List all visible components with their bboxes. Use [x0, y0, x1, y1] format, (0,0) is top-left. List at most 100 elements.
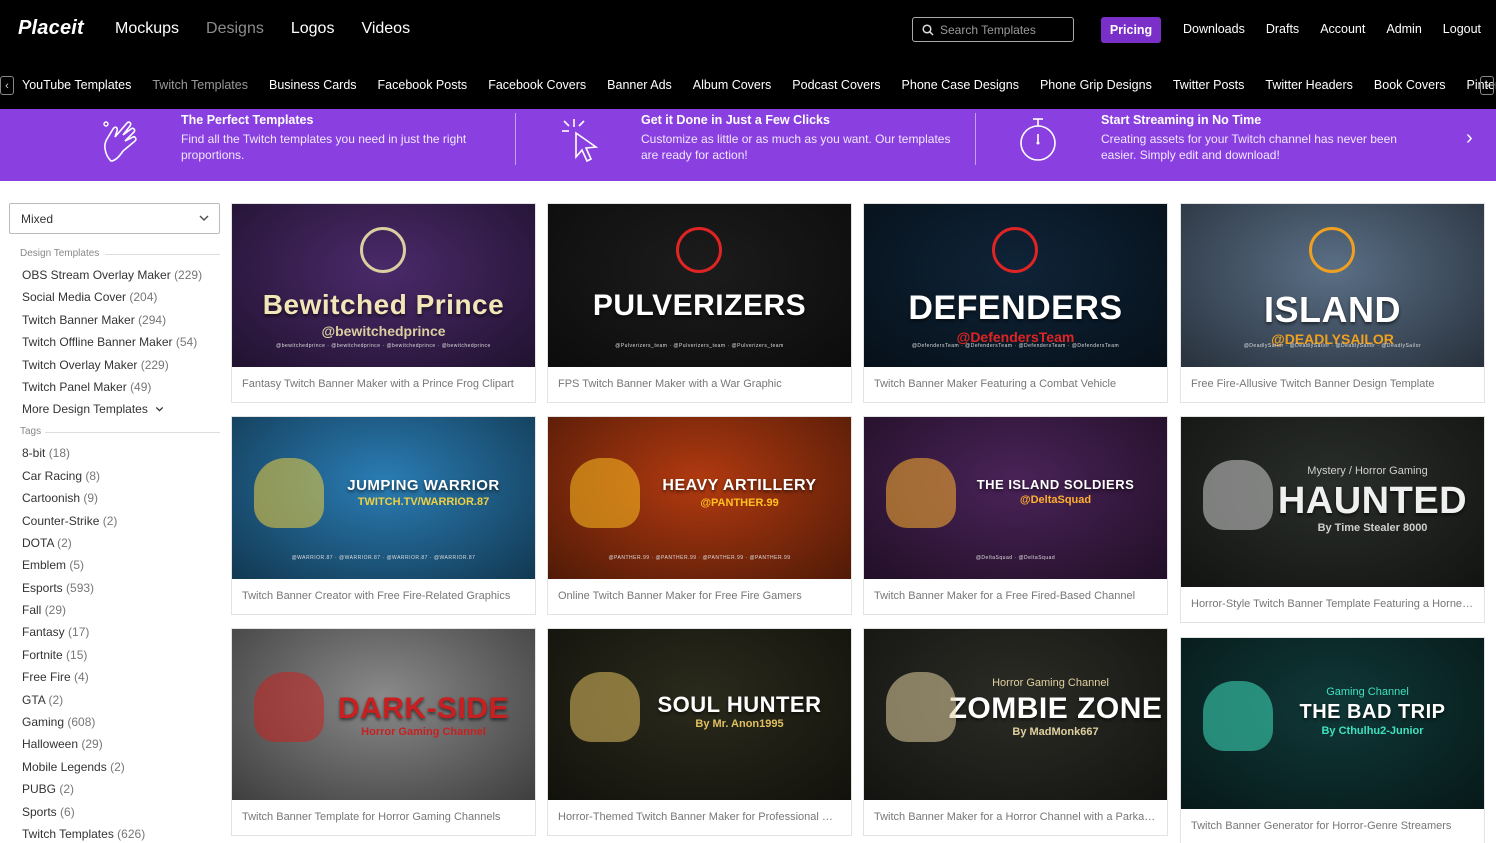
category-podcast-covers[interactable]: Podcast Covers — [792, 78, 880, 92]
template-card[interactable]: Horror Gaming Channel ZOMBIE ZONE By MadMo… — [863, 628, 1168, 836]
category-phone-case-designs[interactable]: Phone Case Designs — [902, 78, 1019, 92]
tag-twitch-templates[interactable]: Twitch Templates (626) — [9, 823, 220, 843]
template-card[interactable]: SOUL HUNTER By Mr. Anon1995 Horror-Themed … — [547, 628, 852, 836]
chevron-down-icon — [156, 407, 164, 412]
template-caption[interactable]: Horror-Themed Twitch Banner Maker for Pr… — [548, 800, 851, 835]
template-thumbnail[interactable]: THE ISLAND SOLDIERS @DeltaSquad @DeltaSqua… — [864, 417, 1167, 579]
template-thumbnail[interactable]: Horror Gaming Channel ZOMBIE ZONE By MadMo… — [864, 629, 1167, 800]
search-box[interactable] — [912, 17, 1074, 42]
tag-count: (6) — [60, 804, 75, 819]
template-caption[interactable]: Twitch Banner Maker for a Free Fired-Bas… — [864, 579, 1167, 614]
tag-emblem[interactable]: Emblem (5) — [9, 554, 220, 576]
template-card[interactable]: DEFENDERS @DefendersTeam @DefendersTeam · … — [863, 203, 1168, 403]
template-card[interactable]: Bewitched Prince @bewitchedprince @bewitch… — [231, 203, 536, 403]
template-thumbnail[interactable]: DARK-SIDE Horror Gaming Channel — [232, 629, 535, 800]
tag-gta[interactable]: GTA (2) — [9, 689, 220, 711]
template-card[interactable]: JUMPING WARRIOR TWITCH.TV/WARRIOR.87 @WARR… — [231, 416, 536, 615]
category-twitter-posts[interactable]: Twitter Posts — [1173, 78, 1245, 92]
design-template-label: OBS Stream Overlay Maker — [22, 268, 171, 282]
tag-dota[interactable]: DOTA (2) — [9, 532, 220, 554]
category-banner-ads[interactable]: Banner Ads — [607, 78, 672, 92]
category-youtube-templates[interactable]: YouTube Templates — [22, 78, 131, 92]
promo-next-button[interactable]: › — [1466, 127, 1473, 150]
template-card[interactable]: DARK-SIDE Horror Gaming Channel Twitch Ban… — [231, 628, 536, 836]
nav-videos[interactable]: Videos — [361, 20, 410, 38]
thumbnail-social-handles: @DeadlySailor · @DeadlySailor · @DeadlyS… — [1243, 343, 1422, 349]
category-facebook-posts[interactable]: Facebook Posts — [378, 78, 468, 92]
template-thumbnail[interactable]: ISLAND @DEADLYSAILOR @DeadlySailor · @Dead… — [1181, 204, 1484, 367]
category-business-cards[interactable]: Business Cards — [269, 78, 357, 92]
template-caption[interactable]: Twitch Banner Maker for a Horror Channel… — [864, 800, 1167, 835]
nav-downloads[interactable]: Downloads — [1183, 22, 1245, 36]
chevron-left-icon: ‹ — [5, 79, 9, 92]
category-album-covers[interactable]: Album Covers — [693, 78, 772, 92]
nav-designs[interactable]: Designs — [206, 20, 264, 38]
template-thumbnail[interactable]: PULVERIZERS @Pulverizers_team · @Pulveriz… — [548, 204, 851, 367]
design-template-social-media-cover[interactable]: Social Media Cover (204) — [9, 286, 220, 308]
category-phone-grip-designs[interactable]: Phone Grip Designs — [1040, 78, 1152, 92]
template-card[interactable]: HEAVY ARTILLERY @PANTHER.99 @PANTHER.99 · … — [547, 416, 852, 615]
category-twitch-templates[interactable]: Twitch Templates — [152, 78, 248, 92]
template-caption[interactable]: Twitch Banner Maker Featuring a Combat V… — [864, 367, 1167, 402]
thumbnail-emblem-icon — [886, 671, 956, 742]
tag-sports[interactable]: Sports (6) — [9, 801, 220, 823]
tag-halloween[interactable]: Halloween (29) — [9, 733, 220, 755]
template-caption[interactable]: Fantasy Twitch Banner Maker with a Princ… — [232, 367, 535, 402]
nav-admin[interactable]: Admin — [1386, 22, 1421, 36]
tag-fall[interactable]: Fall (29) — [9, 599, 220, 621]
template-caption[interactable]: FPS Twitch Banner Maker with a War Graph… — [548, 367, 851, 402]
tag-mobile-legends[interactable]: Mobile Legends (2) — [9, 756, 220, 778]
template-thumbnail[interactable]: Bewitched Prince @bewitchedprince @bewitch… — [232, 204, 535, 367]
nav-mockups[interactable]: Mockups — [115, 20, 179, 38]
search-input[interactable] — [940, 21, 1070, 39]
nav-logout[interactable]: Logout — [1443, 22, 1481, 36]
design-template-twitch-offline-banner-maker[interactable]: Twitch Offline Banner Maker (54) — [9, 331, 220, 353]
template-thumbnail[interactable]: DEFENDERS @DefendersTeam @DefendersTeam · … — [864, 204, 1167, 367]
category-prev-button[interactable]: ‹ — [0, 76, 14, 95]
template-thumbnail[interactable]: Mystery / Horror Gaming HAUNTED By Time St… — [1181, 417, 1484, 587]
tag-label: Gaming — [22, 715, 65, 730]
tag-fortnite[interactable]: Fortnite (15) — [9, 644, 220, 666]
tag-free-fire[interactable]: Free Fire (4) — [9, 666, 220, 688]
template-caption[interactable]: Free Fire-Allusive Twitch Banner Design … — [1181, 367, 1484, 402]
design-template-twitch-overlay-maker[interactable]: Twitch Overlay Maker (229) — [9, 354, 220, 376]
sort-select[interactable]: Mixed — [9, 203, 220, 234]
tag-gaming[interactable]: Gaming (608) — [9, 711, 220, 733]
template-card[interactable]: ISLAND @DEADLYSAILOR @DeadlySailor · @Dead… — [1180, 203, 1485, 403]
placeit-logo[interactable]: Placeit — [18, 17, 84, 40]
tag-pubg[interactable]: PUBG (2) — [9, 778, 220, 800]
template-thumbnail[interactable]: SOUL HUNTER By Mr. Anon1995 — [548, 629, 851, 800]
tag-car-racing[interactable]: Car Racing (8) — [9, 465, 220, 487]
template-thumbnail[interactable]: JUMPING WARRIOR TWITCH.TV/WARRIOR.87 @WARR… — [232, 417, 535, 579]
template-caption[interactable]: Online Twitch Banner Maker for Free Fire… — [548, 579, 851, 614]
template-card[interactable]: Mystery / Horror Gaming HAUNTED By Time St… — [1180, 416, 1485, 623]
nav-drafts[interactable]: Drafts — [1266, 22, 1299, 36]
template-caption[interactable]: Twitch Banner Template for Horror Gaming… — [232, 800, 535, 835]
category-twitter-headers[interactable]: Twitter Headers — [1265, 78, 1353, 92]
design-template-twitch-panel-maker[interactable]: Twitch Panel Maker (49) — [9, 376, 220, 398]
template-caption[interactable]: Horror-Style Twitch Banner Template Feat… — [1181, 587, 1484, 622]
category-list: YouTube Templates Twitch Templates Busines… — [22, 78, 1496, 92]
tag-fantasy[interactable]: Fantasy (17) — [9, 621, 220, 643]
category-next-button[interactable]: › — [1480, 76, 1494, 95]
template-caption[interactable]: Twitch Banner Creator with Free Fire-Rel… — [232, 579, 535, 614]
template-thumbnail[interactable]: HEAVY ARTILLERY @PANTHER.99 @PANTHER.99 · … — [548, 417, 851, 579]
template-card[interactable]: Gaming Channel THE BAD TRIP By Cthulhu2-Ju… — [1180, 637, 1485, 843]
tag-counter-strike[interactable]: Counter-Strike (2) — [9, 510, 220, 532]
pricing-button[interactable]: Pricing — [1101, 17, 1161, 43]
design-template-obs-stream-overlay-maker[interactable]: OBS Stream Overlay Maker (229) — [9, 264, 220, 286]
tag-count: (8) — [85, 468, 101, 483]
template-card[interactable]: PULVERIZERS @Pulverizers_team · @Pulveriz… — [547, 203, 852, 403]
design-template-twitch-banner-maker[interactable]: Twitch Banner Maker (294) — [9, 309, 220, 331]
template-card[interactable]: THE ISLAND SOLDIERS @DeltaSquad @DeltaSqua… — [863, 416, 1168, 615]
tag-8-bit[interactable]: 8-bit (18) — [9, 442, 220, 464]
category-facebook-covers[interactable]: Facebook Covers — [488, 78, 586, 92]
nav-logos[interactable]: Logos — [291, 20, 335, 38]
more-design-templates-toggle[interactable]: More Design Templates — [9, 398, 220, 420]
tag-cartoonish[interactable]: Cartoonish (9) — [9, 487, 220, 509]
category-book-covers[interactable]: Book Covers — [1374, 78, 1446, 92]
nav-account[interactable]: Account — [1320, 22, 1365, 36]
template-caption[interactable]: Twitch Banner Generator for Horror-Genre… — [1181, 809, 1484, 843]
tag-esports[interactable]: Esports (593) — [9, 577, 220, 599]
template-thumbnail[interactable]: Gaming Channel THE BAD TRIP By Cthulhu2-Ju… — [1181, 638, 1484, 809]
